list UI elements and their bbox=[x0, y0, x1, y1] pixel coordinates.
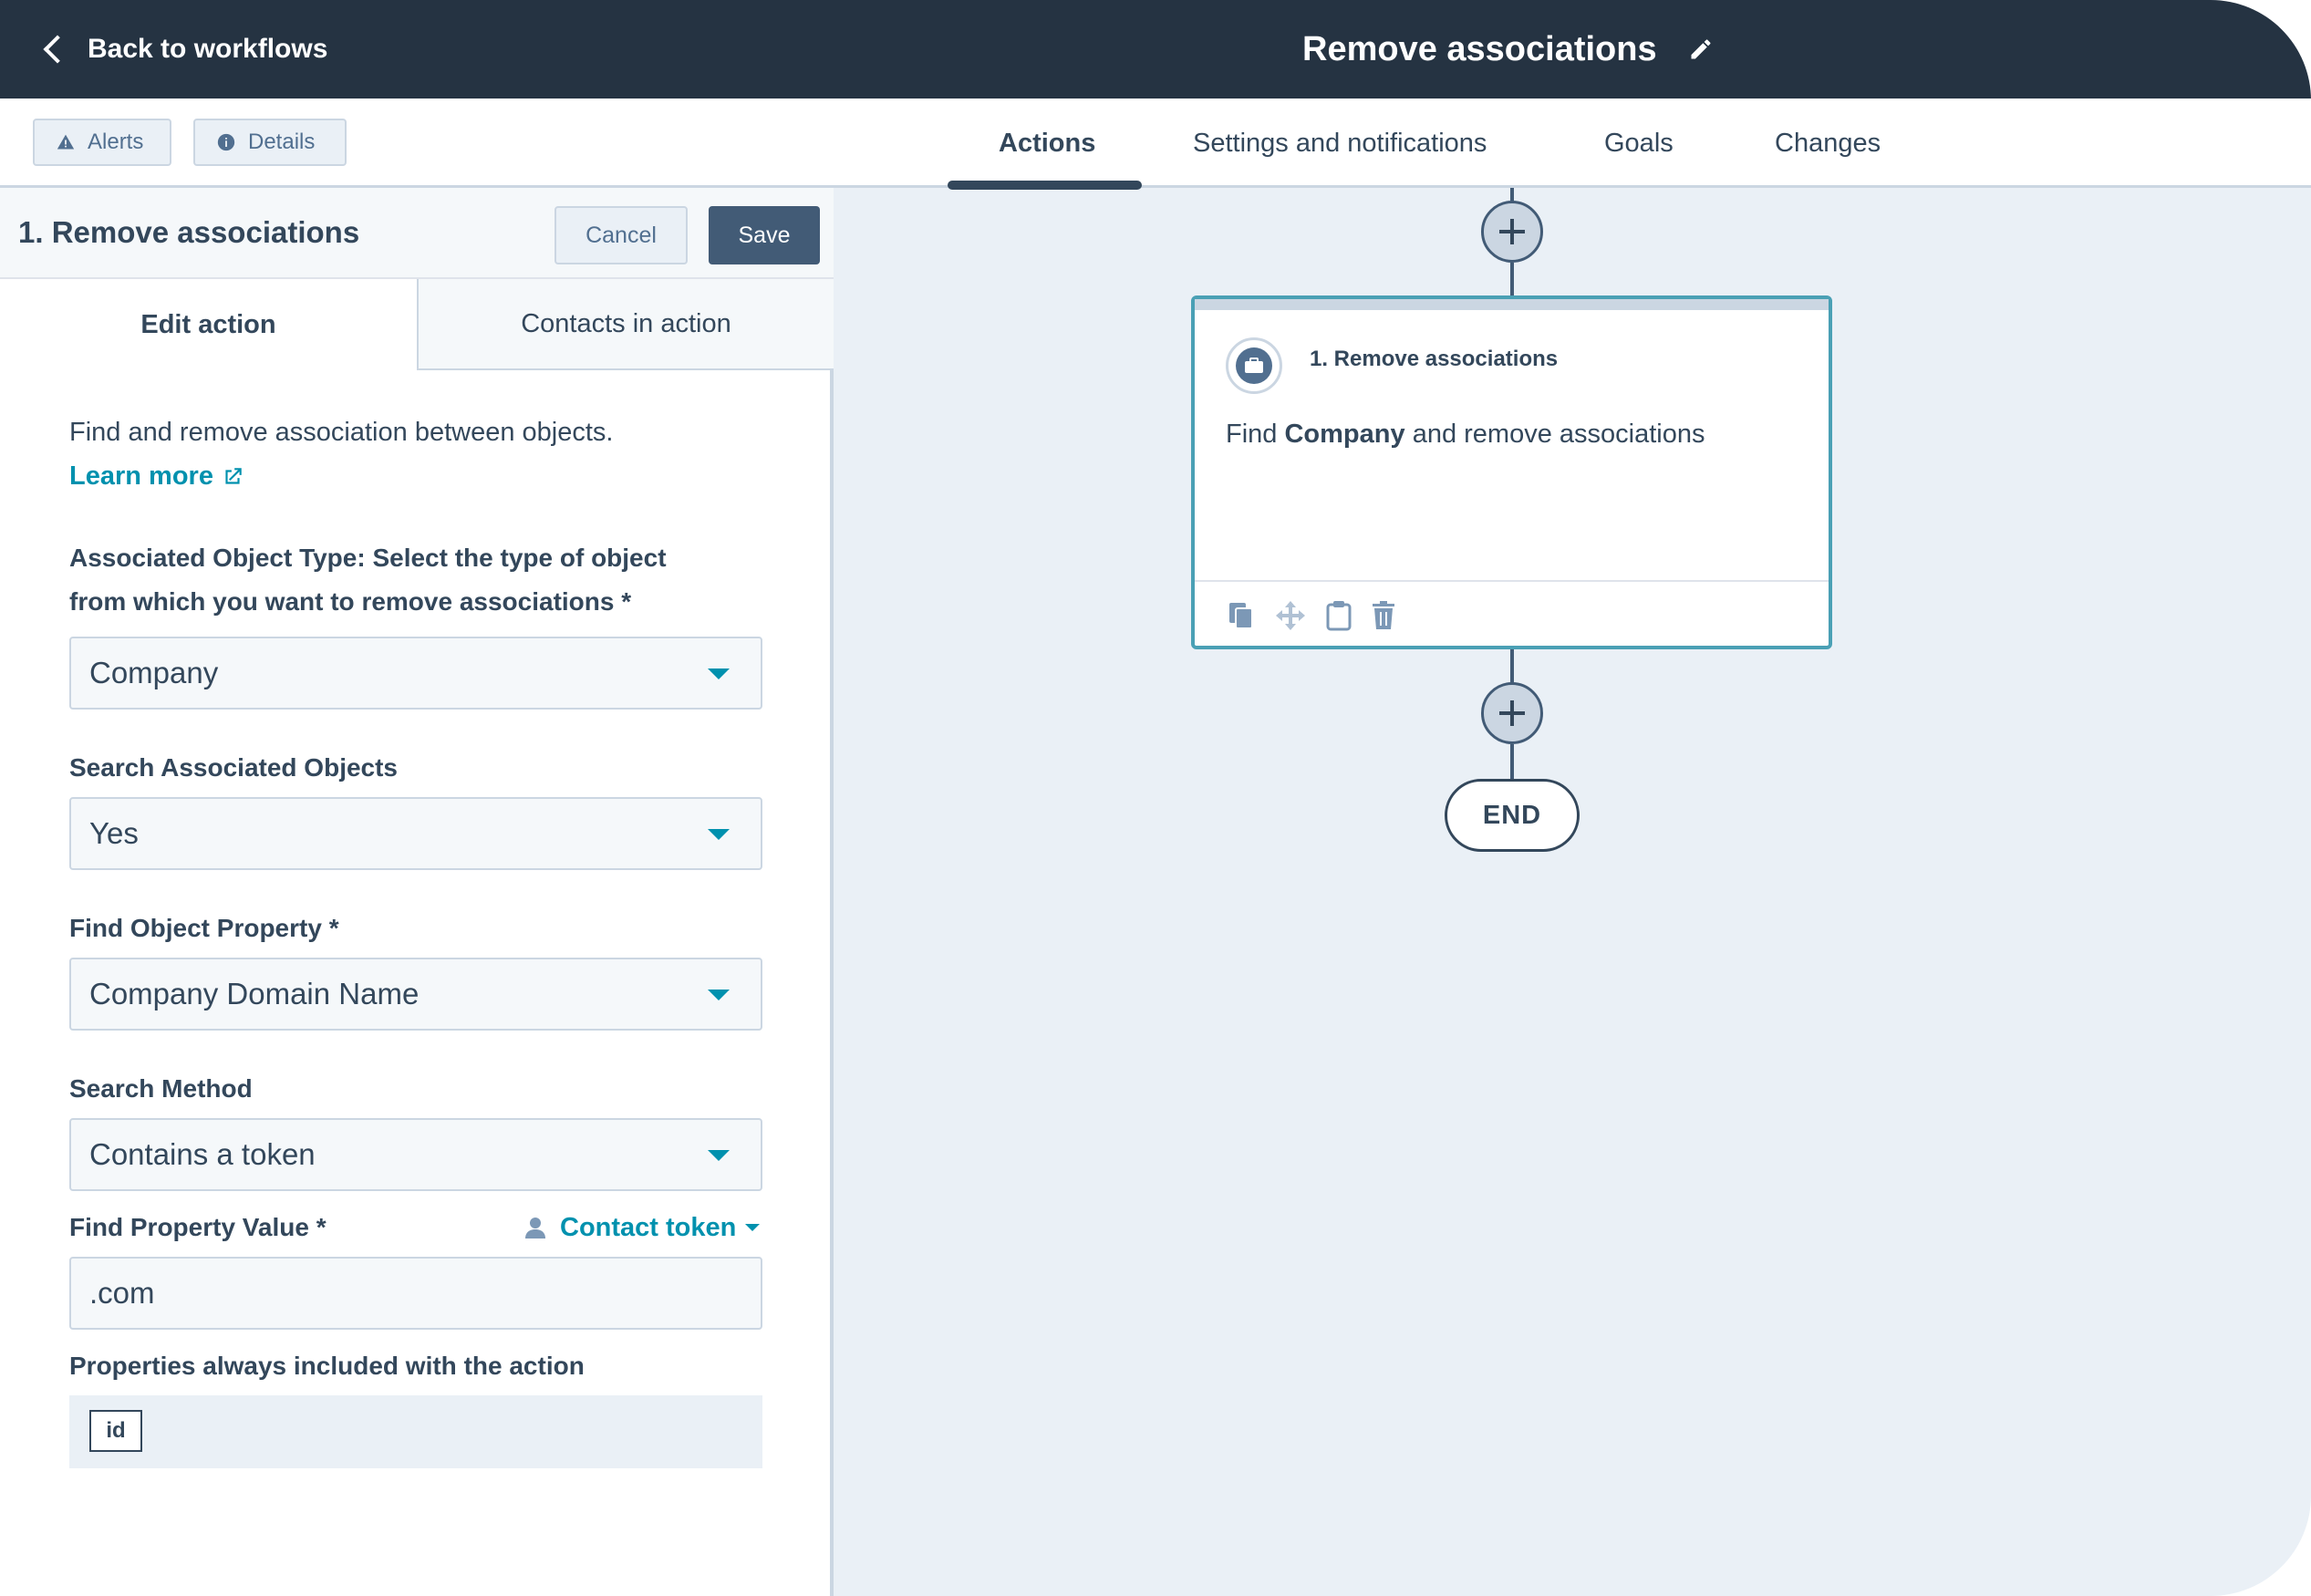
edit-action-panel: 1. Remove associations Cancel Save Edit … bbox=[0, 188, 834, 1596]
alerts-button[interactable]: Alerts bbox=[33, 119, 171, 166]
property-value-text: .com bbox=[89, 1276, 155, 1310]
add-action-button[interactable] bbox=[1481, 682, 1543, 744]
card-desc-suffix: and remove associations bbox=[1412, 420, 1705, 449]
contact-token-label: Contact token bbox=[560, 1212, 737, 1242]
top-header: Back to workflows Remove associations bbox=[0, 0, 2311, 98]
property-value-label: Find Property Value * bbox=[69, 1213, 326, 1241]
search-associated-select[interactable]: Yes bbox=[69, 797, 762, 870]
tab-actions[interactable]: Actions bbox=[999, 98, 1095, 188]
search-associated-value: Yes bbox=[89, 816, 139, 850]
app-window: Back to workflows Remove associations Al… bbox=[0, 0, 2311, 1596]
tab-settings-and-notifications[interactable]: Settings and notifications bbox=[1193, 98, 1487, 188]
tab-goals[interactable]: Goals bbox=[1604, 98, 1674, 188]
properties-included-label: Properties always included with the acti… bbox=[69, 1352, 585, 1380]
alerts-label: Alerts bbox=[88, 130, 144, 154]
panel-title: 1. Remove associations bbox=[18, 215, 360, 249]
object-type-value: Company bbox=[89, 656, 219, 689]
action-card[interactable]: 1. Remove associations Find Company and … bbox=[1191, 295, 1832, 649]
chevron-left-icon bbox=[43, 35, 72, 64]
card-desc-prefix: Find bbox=[1226, 420, 1278, 449]
panel-header: 1. Remove associations Cancel Save bbox=[0, 188, 834, 279]
search-method-select[interactable]: Contains a token bbox=[69, 1118, 762, 1191]
find-property-select[interactable]: Company Domain Name bbox=[69, 958, 762, 1031]
active-tab-indicator bbox=[948, 181, 1142, 190]
connector-line bbox=[1510, 744, 1514, 781]
workflow-title-area: Remove associations bbox=[1302, 22, 1714, 77]
caret-down-icon bbox=[708, 668, 730, 679]
back-label: Back to workflows bbox=[88, 34, 328, 64]
contact-token-dropdown[interactable]: Contact token bbox=[525, 1207, 761, 1248]
add-action-button[interactable] bbox=[1481, 201, 1543, 263]
tab-contacts-in-action[interactable]: Contacts in action bbox=[417, 279, 834, 370]
briefcase-icon bbox=[1236, 347, 1272, 384]
card-top-bar bbox=[1195, 299, 1829, 310]
object-type-label-line2: from which you want to remove associatio… bbox=[69, 587, 632, 616]
search-method-value: Contains a token bbox=[89, 1137, 316, 1171]
workflow-title: Remove associations bbox=[1302, 29, 1657, 68]
info-icon bbox=[217, 133, 235, 151]
connector-line bbox=[1510, 263, 1514, 299]
connector-line bbox=[1510, 649, 1514, 686]
property-tag-id: id bbox=[89, 1410, 142, 1452]
clipboard-icon[interactable] bbox=[1326, 600, 1352, 631]
card-desc-object: Company bbox=[1284, 420, 1405, 449]
copy-icon[interactable] bbox=[1228, 601, 1255, 630]
tab-edit-action[interactable]: Edit action bbox=[0, 279, 417, 370]
plus-icon bbox=[1499, 700, 1525, 726]
external-link-icon bbox=[225, 467, 242, 484]
warning-icon bbox=[57, 134, 75, 150]
details-button[interactable]: Details bbox=[193, 119, 347, 166]
caret-down-icon bbox=[708, 829, 730, 840]
search-associated-label: Search Associated Objects bbox=[69, 753, 399, 782]
cancel-button[interactable]: Cancel bbox=[554, 206, 688, 264]
person-icon bbox=[525, 1218, 545, 1238]
move-icon[interactable] bbox=[1275, 600, 1306, 631]
object-type-label-line1: Associated Object Type: Select the type … bbox=[69, 544, 667, 572]
learn-more-label: Learn more bbox=[69, 461, 213, 491]
action-card-title: 1. Remove associations bbox=[1310, 347, 1559, 371]
caret-down-icon bbox=[745, 1224, 761, 1231]
tab-bar: Alerts Details Actions Settings and noti… bbox=[0, 98, 2311, 190]
object-type-select[interactable]: Company bbox=[69, 637, 762, 710]
pencil-edit-icon[interactable] bbox=[1688, 36, 1714, 62]
back-to-workflows-link[interactable]: Back to workflows bbox=[36, 26, 327, 73]
property-value-input[interactable]: .com bbox=[69, 1257, 762, 1330]
properties-included-box: id bbox=[69, 1395, 762, 1468]
end-node: END bbox=[1445, 779, 1580, 852]
plus-icon bbox=[1499, 219, 1525, 244]
action-description: Find and remove association between obje… bbox=[69, 418, 614, 447]
trash-icon[interactable] bbox=[1372, 601, 1395, 630]
search-method-label: Search Method bbox=[69, 1074, 253, 1103]
tab-changes[interactable]: Changes bbox=[1775, 98, 1881, 188]
details-label: Details bbox=[248, 130, 316, 154]
object-type-label: Associated Object Type: Select the type … bbox=[69, 536, 762, 624]
caret-down-icon bbox=[708, 990, 730, 1000]
action-card-toolbar bbox=[1195, 580, 1829, 649]
save-button[interactable]: Save bbox=[709, 206, 820, 264]
action-type-icon bbox=[1226, 337, 1282, 394]
find-property-label: Find Object Property * bbox=[69, 914, 339, 942]
action-card-description: Find Company and remove associations bbox=[1226, 420, 1705, 450]
find-property-value: Company Domain Name bbox=[89, 977, 420, 1010]
learn-more-link[interactable]: Learn more bbox=[69, 461, 244, 492]
caret-down-icon bbox=[708, 1150, 730, 1161]
